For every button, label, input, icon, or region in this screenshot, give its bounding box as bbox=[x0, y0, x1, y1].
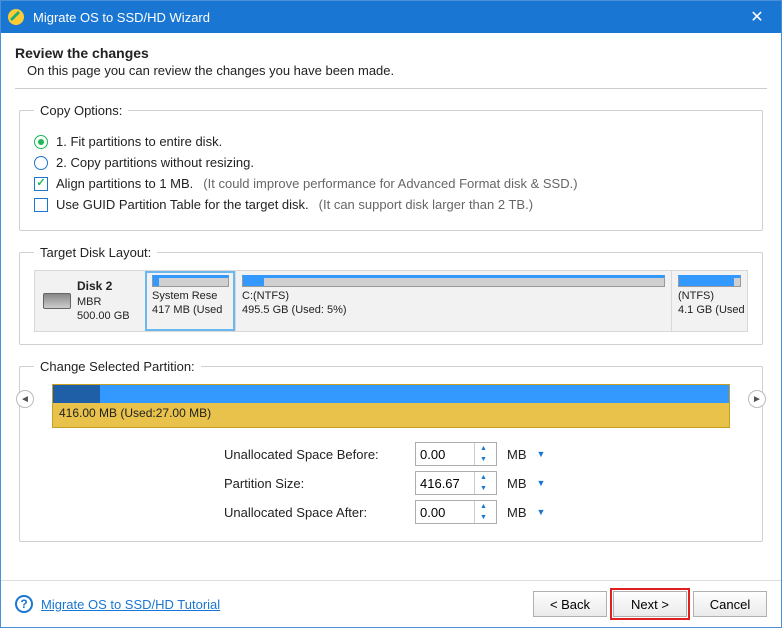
option-label: 1. Fit partitions to entire disk. bbox=[56, 134, 222, 149]
footer: ? Migrate OS to SSD/HD Tutorial < Back N… bbox=[1, 580, 781, 627]
disk-size: 500.00 GB bbox=[77, 309, 130, 323]
row-space-before: Unallocated Space Before: ▲▼ MB ▼ bbox=[224, 442, 748, 466]
partition-label: System Rese bbox=[152, 289, 229, 303]
unit-label: MB bbox=[507, 476, 527, 491]
app-icon bbox=[7, 8, 25, 26]
next-partition-button[interactable]: ► bbox=[748, 390, 766, 408]
option-hint: (It could improve performance for Advanc… bbox=[203, 176, 577, 191]
space-after-input[interactable] bbox=[416, 505, 474, 520]
option-align-1mb[interactable]: Align partitions to 1 MB. (It could impr… bbox=[34, 176, 748, 191]
partition-system-reserved[interactable]: System Rese 417 MB (Used bbox=[145, 271, 235, 331]
partition-form: Unallocated Space Before: ▲▼ MB ▼ Partit… bbox=[224, 442, 748, 524]
unit-dropdown[interactable]: ▼ bbox=[537, 449, 546, 459]
label-space-after: Unallocated Space After: bbox=[224, 505, 409, 520]
partition-summary: 416.00 MB (Used:27.00 MB) bbox=[53, 403, 729, 423]
unit-label: MB bbox=[507, 447, 527, 462]
option-fit-partitions[interactable]: 1. Fit partitions to entire disk. bbox=[34, 134, 748, 149]
partition-size: 4.1 GB (Used bbox=[678, 303, 741, 317]
partition-size-stepper[interactable]: ▲▼ bbox=[415, 471, 497, 495]
partition-ntfs[interactable]: (NTFS) 4.1 GB (Used bbox=[671, 271, 747, 331]
wizard-window: Migrate OS to SSD/HD Wizard ✕ Review the… bbox=[0, 0, 782, 628]
next-button[interactable]: Next > bbox=[613, 591, 687, 617]
checkbox-icon[interactable] bbox=[34, 198, 48, 212]
copy-options-legend: Copy Options: bbox=[34, 103, 128, 118]
change-partition-group: Change Selected Partition: ◄ ► 416.00 MB… bbox=[19, 359, 763, 542]
unit-dropdown[interactable]: ▼ bbox=[537, 507, 546, 517]
disk-info[interactable]: Disk 2 MBR 500.00 GB bbox=[35, 271, 145, 331]
content: Review the changes On this page you can … bbox=[1, 33, 781, 576]
space-before-stepper[interactable]: ▲▼ bbox=[415, 442, 497, 466]
partition-label: C:(NTFS) bbox=[242, 289, 665, 303]
option-copy-without-resize[interactable]: 2. Copy partitions without resizing. bbox=[34, 155, 748, 170]
partition-size: 495.5 GB (Used: 5%) bbox=[242, 303, 665, 317]
radio-icon[interactable] bbox=[34, 156, 48, 170]
prev-partition-button[interactable]: ◄ bbox=[16, 390, 34, 408]
checkbox-icon[interactable] bbox=[34, 177, 48, 191]
titlebar: Migrate OS to SSD/HD Wizard ✕ bbox=[1, 1, 781, 33]
option-use-gpt[interactable]: Use GUID Partition Table for the target … bbox=[34, 197, 748, 212]
chevron-down-icon[interactable]: ▼ bbox=[475, 454, 492, 465]
disk-name: Disk 2 bbox=[77, 279, 130, 295]
target-disk-group: Target Disk Layout: Disk 2 MBR 500.00 GB… bbox=[19, 245, 763, 345]
page-heading: Review the changes bbox=[15, 45, 767, 61]
partition-label: (NTFS) bbox=[678, 289, 741, 303]
disk-layout: Disk 2 MBR 500.00 GB System Rese 417 MB … bbox=[34, 270, 748, 332]
copy-options-group: Copy Options: 1. Fit partitions to entir… bbox=[19, 103, 763, 231]
partition-size: 417 MB (Used bbox=[152, 303, 229, 317]
chevron-down-icon[interactable]: ▼ bbox=[475, 512, 492, 523]
option-label: 2. Copy partitions without resizing. bbox=[56, 155, 254, 170]
close-icon[interactable]: ✕ bbox=[741, 1, 773, 33]
disk-icon bbox=[43, 293, 71, 309]
back-button[interactable]: < Back bbox=[533, 591, 607, 617]
window-title: Migrate OS to SSD/HD Wizard bbox=[33, 10, 741, 25]
help-icon[interactable]: ? bbox=[15, 595, 33, 613]
option-label: Use GUID Partition Table for the target … bbox=[56, 197, 309, 212]
cancel-button[interactable]: Cancel bbox=[693, 591, 767, 617]
row-partition-size: Partition Size: ▲▼ MB ▼ bbox=[224, 471, 748, 495]
help-link-area: ? Migrate OS to SSD/HD Tutorial bbox=[15, 595, 220, 613]
target-disk-legend: Target Disk Layout: bbox=[34, 245, 157, 260]
option-hint: (It can support disk larger than 2 TB.) bbox=[319, 197, 533, 212]
chevron-down-icon[interactable]: ▼ bbox=[475, 483, 492, 494]
chevron-up-icon[interactable]: ▲ bbox=[475, 443, 492, 454]
partition-size-input[interactable] bbox=[416, 476, 474, 491]
label-partition-size: Partition Size: bbox=[224, 476, 409, 491]
space-after-stepper[interactable]: ▲▼ bbox=[415, 500, 497, 524]
divider bbox=[15, 88, 767, 89]
radio-icon[interactable] bbox=[34, 135, 48, 149]
space-before-input[interactable] bbox=[416, 447, 474, 462]
change-partition-legend: Change Selected Partition: bbox=[34, 359, 201, 374]
chevron-up-icon[interactable]: ▲ bbox=[475, 501, 492, 512]
page-subheading: On this page you can review the changes … bbox=[27, 63, 767, 78]
tutorial-link[interactable]: Migrate OS to SSD/HD Tutorial bbox=[41, 597, 220, 612]
partition-c[interactable]: C:(NTFS) 495.5 GB (Used: 5%) bbox=[235, 271, 671, 331]
chevron-up-icon[interactable]: ▲ bbox=[475, 472, 492, 483]
label-space-before: Unallocated Space Before: bbox=[224, 447, 409, 462]
partition-usage-bar bbox=[53, 385, 729, 403]
unit-label: MB bbox=[507, 505, 527, 520]
unit-dropdown[interactable]: ▼ bbox=[537, 478, 546, 488]
row-space-after: Unallocated Space After: ▲▼ MB ▼ bbox=[224, 500, 748, 524]
option-label: Align partitions to 1 MB. bbox=[56, 176, 193, 191]
partition-slider[interactable]: 416.00 MB (Used:27.00 MB) bbox=[52, 384, 730, 428]
disk-scheme: MBR bbox=[77, 295, 130, 309]
